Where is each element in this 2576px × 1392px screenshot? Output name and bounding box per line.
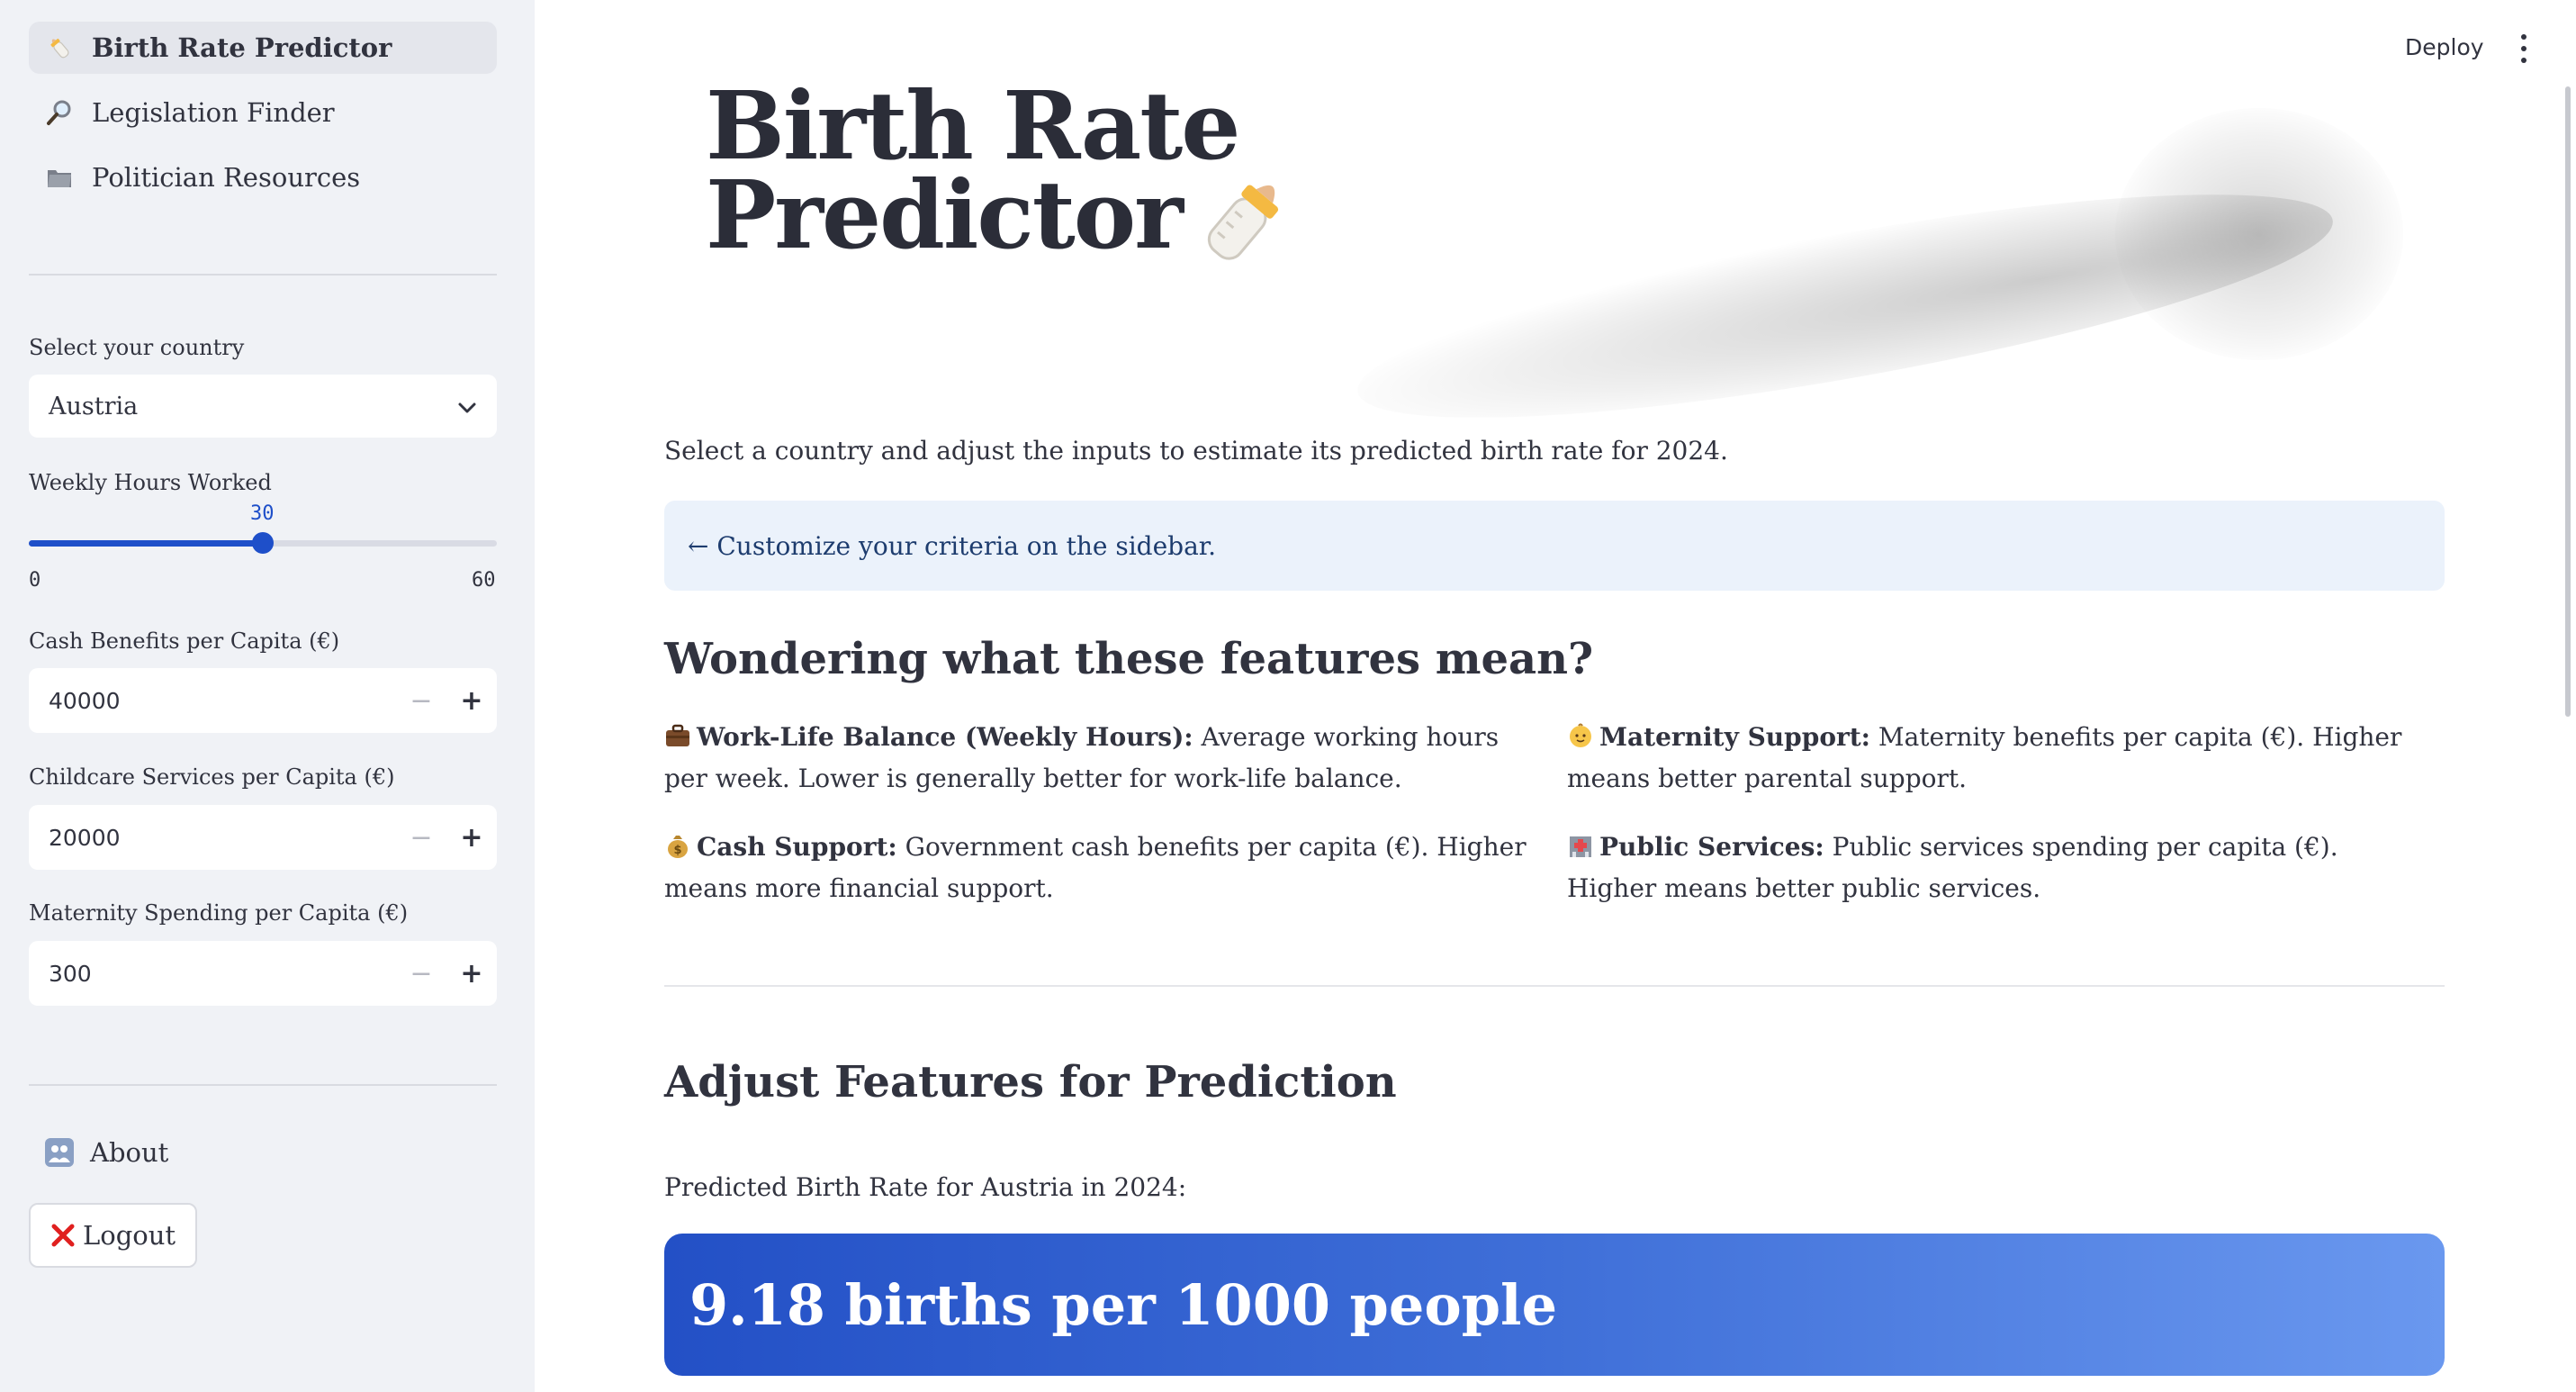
close-icon <box>50 1223 76 1248</box>
maternity-increment-button[interactable]: + <box>446 941 497 1006</box>
cash-increment-button[interactable]: + <box>446 668 497 733</box>
cash-input[interactable]: 40000 − + <box>29 668 497 733</box>
about-label: About <box>90 1137 169 1168</box>
prediction-value: 9.18 births per 1000 people <box>689 1271 1558 1338</box>
sidebar: Birth Rate Predictor Legislation Finder … <box>0 0 535 1392</box>
nav-item-birth-rate-predictor[interactable]: Birth Rate Predictor <box>29 22 497 74</box>
feature-title: Maternity Support: <box>1599 722 1871 752</box>
page-title: Birth Rate Predictor <box>706 79 1299 281</box>
hospital-icon <box>1570 836 1591 857</box>
people-icon <box>41 1134 77 1171</box>
feature-work-life-balance: Work-Life Balance (Weekly Hours): Averag… <box>664 717 1528 800</box>
feature-public-services: Public Services: Public services spendin… <box>1567 827 2431 909</box>
sidebar-nav: Birth Rate Predictor Legislation Finder … <box>29 22 497 216</box>
info-callout: ← Customize your criteria on the sidebar… <box>664 501 2445 591</box>
feature-title: Work-Life Balance (Weekly Hours): <box>697 722 1193 752</box>
about-link[interactable]: About <box>41 1134 168 1171</box>
page-title-line2: Predictor <box>706 159 1184 271</box>
country-select[interactable]: Austria <box>29 375 497 438</box>
baby-bottle-icon <box>1191 166 1299 281</box>
hours-label: Weekly Hours Worked <box>29 470 272 495</box>
hours-slider[interactable] <box>29 532 497 554</box>
cash-decrement-button[interactable]: − <box>396 668 446 733</box>
maternity-input-value: 300 <box>49 960 92 987</box>
feature-title: Cash Support: <box>697 832 897 862</box>
chevron-down-icon <box>457 393 477 420</box>
folder-icon <box>41 159 77 195</box>
nav-item-label: Politician Resources <box>92 162 361 193</box>
childcare-increment-button[interactable]: + <box>446 805 497 870</box>
svg-text:$: $ <box>673 844 681 857</box>
logout-label: Logout <box>83 1220 176 1251</box>
feature-maternity-support: Maternity Support: Maternity benefits pe… <box>1567 717 2431 800</box>
magnifier-icon <box>41 95 77 131</box>
maternity-label: Maternity Spending per Capita (€) <box>29 900 409 926</box>
country-select-value: Austria <box>49 392 139 420</box>
baby-face-icon <box>1570 723 1591 747</box>
nav-item-politician-resources[interactable]: Politician Resources <box>29 151 497 203</box>
cash-input-value: 40000 <box>49 687 121 714</box>
deploy-button[interactable]: Deploy <box>2405 34 2484 60</box>
childcare-input[interactable]: 20000 − + <box>29 805 497 870</box>
intro-text: Select a country and adjust the inputs t… <box>664 436 1728 466</box>
money-bag-icon: $ <box>668 836 688 858</box>
hours-slider-max: 60 <box>472 569 496 592</box>
hours-slider-value: 30 <box>250 502 275 525</box>
hours-slider-min: 0 <box>29 569 41 592</box>
features-heading: Wondering what these features mean? <box>664 634 1594 684</box>
childcare-input-value: 20000 <box>49 824 121 851</box>
hours-slider-fill <box>29 540 263 547</box>
feature-cash-support: $ Cash Support: Government cash benefits … <box>664 827 1528 909</box>
maternity-decrement-button[interactable]: − <box>396 941 446 1006</box>
prediction-label: Predicted Birth Rate for Austria in 2024… <box>664 1172 1187 1202</box>
section-divider <box>664 985 2445 987</box>
sidebar-divider <box>29 1084 497 1086</box>
nav-item-label: Birth Rate Predictor <box>92 32 392 63</box>
childcare-decrement-button[interactable]: − <box>396 805 446 870</box>
scrollbar[interactable] <box>2565 86 2571 717</box>
baby-bottle-icon <box>41 30 77 66</box>
maternity-input[interactable]: 300 − + <box>29 941 497 1006</box>
hours-slider-thumb[interactable] <box>252 532 274 554</box>
sidebar-divider <box>29 274 497 276</box>
hero-decoration <box>2115 108 2403 360</box>
briefcase-icon <box>666 724 689 746</box>
childcare-label: Childcare Services per Capita (€) <box>29 764 395 790</box>
cash-label: Cash Benefits per Capita (€) <box>29 628 340 654</box>
country-label: Select your country <box>29 335 245 360</box>
adjust-heading: Adjust Features for Prediction <box>664 1057 1397 1107</box>
info-callout-text: ← Customize your criteria on the sidebar… <box>688 530 1216 561</box>
prediction-result: 9.18 births per 1000 people <box>664 1234 2445 1376</box>
nav-item-legislation-finder[interactable]: Legislation Finder <box>29 86 497 139</box>
feature-title: Public Services: <box>1599 832 1824 862</box>
more-options-icon[interactable] <box>2515 34 2533 63</box>
logout-button[interactable]: Logout <box>29 1203 198 1268</box>
nav-item-label: Legislation Finder <box>92 97 335 128</box>
